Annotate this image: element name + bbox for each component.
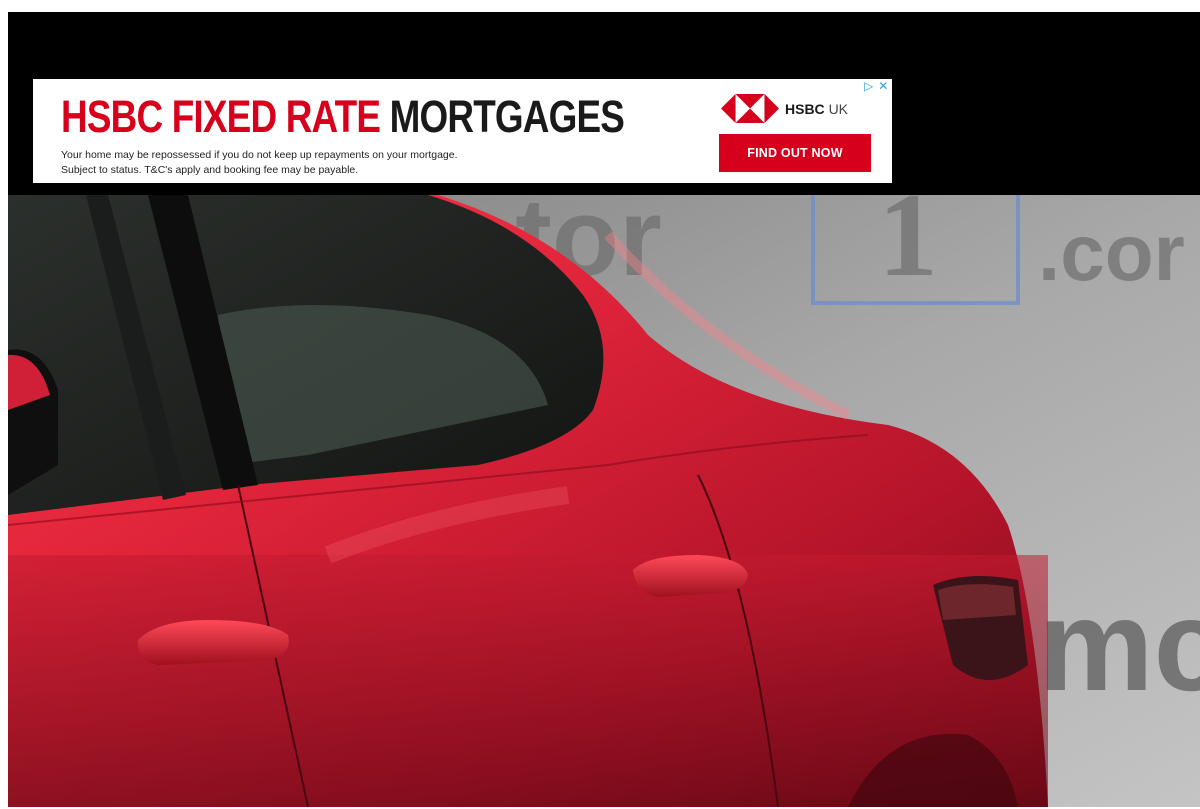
- ad-headline-dark: MORTGAGES: [389, 91, 625, 142]
- ad-disclaimer-line-2: Subject to status. T&C's apply and booki…: [61, 164, 359, 176]
- ad-choices[interactable]: ▷ ✕: [864, 79, 888, 93]
- article-photo: otor 1 .cor mc: [8, 195, 1200, 807]
- brand-name: HSBC: [785, 100, 825, 117]
- ad-headline-red: HSBC FIXED RATE: [61, 91, 381, 142]
- ad-disclaimer-line-1: Your home may be repossessed if you do n…: [61, 149, 458, 161]
- ad-banner[interactable]: HSBC FIXED RATE MORTGAGES Your home may …: [33, 79, 892, 183]
- hsbc-logo[interactable]: HSBC UK: [721, 94, 848, 123]
- svg-text:1: 1: [878, 195, 938, 301]
- svg-text:.cor: .cor: [1038, 208, 1185, 297]
- car-photo: otor 1 .cor mc: [8, 195, 1200, 807]
- hsbc-hexagon-icon: [721, 94, 779, 123]
- page-frame: HSBC FIXED RATE MORTGAGES Your home may …: [8, 12, 1200, 807]
- play-triangle-icon[interactable]: ▷: [864, 79, 873, 93]
- brand-region: UK: [828, 100, 849, 117]
- close-x-icon[interactable]: ✕: [878, 79, 888, 93]
- ad-headline[interactable]: HSBC FIXED RATE MORTGAGES: [61, 91, 625, 143]
- hsbc-logo-text: HSBC UK: [785, 101, 848, 117]
- find-out-now-button[interactable]: FIND OUT NOW: [719, 134, 871, 172]
- svg-text:mc: mc: [1038, 572, 1200, 718]
